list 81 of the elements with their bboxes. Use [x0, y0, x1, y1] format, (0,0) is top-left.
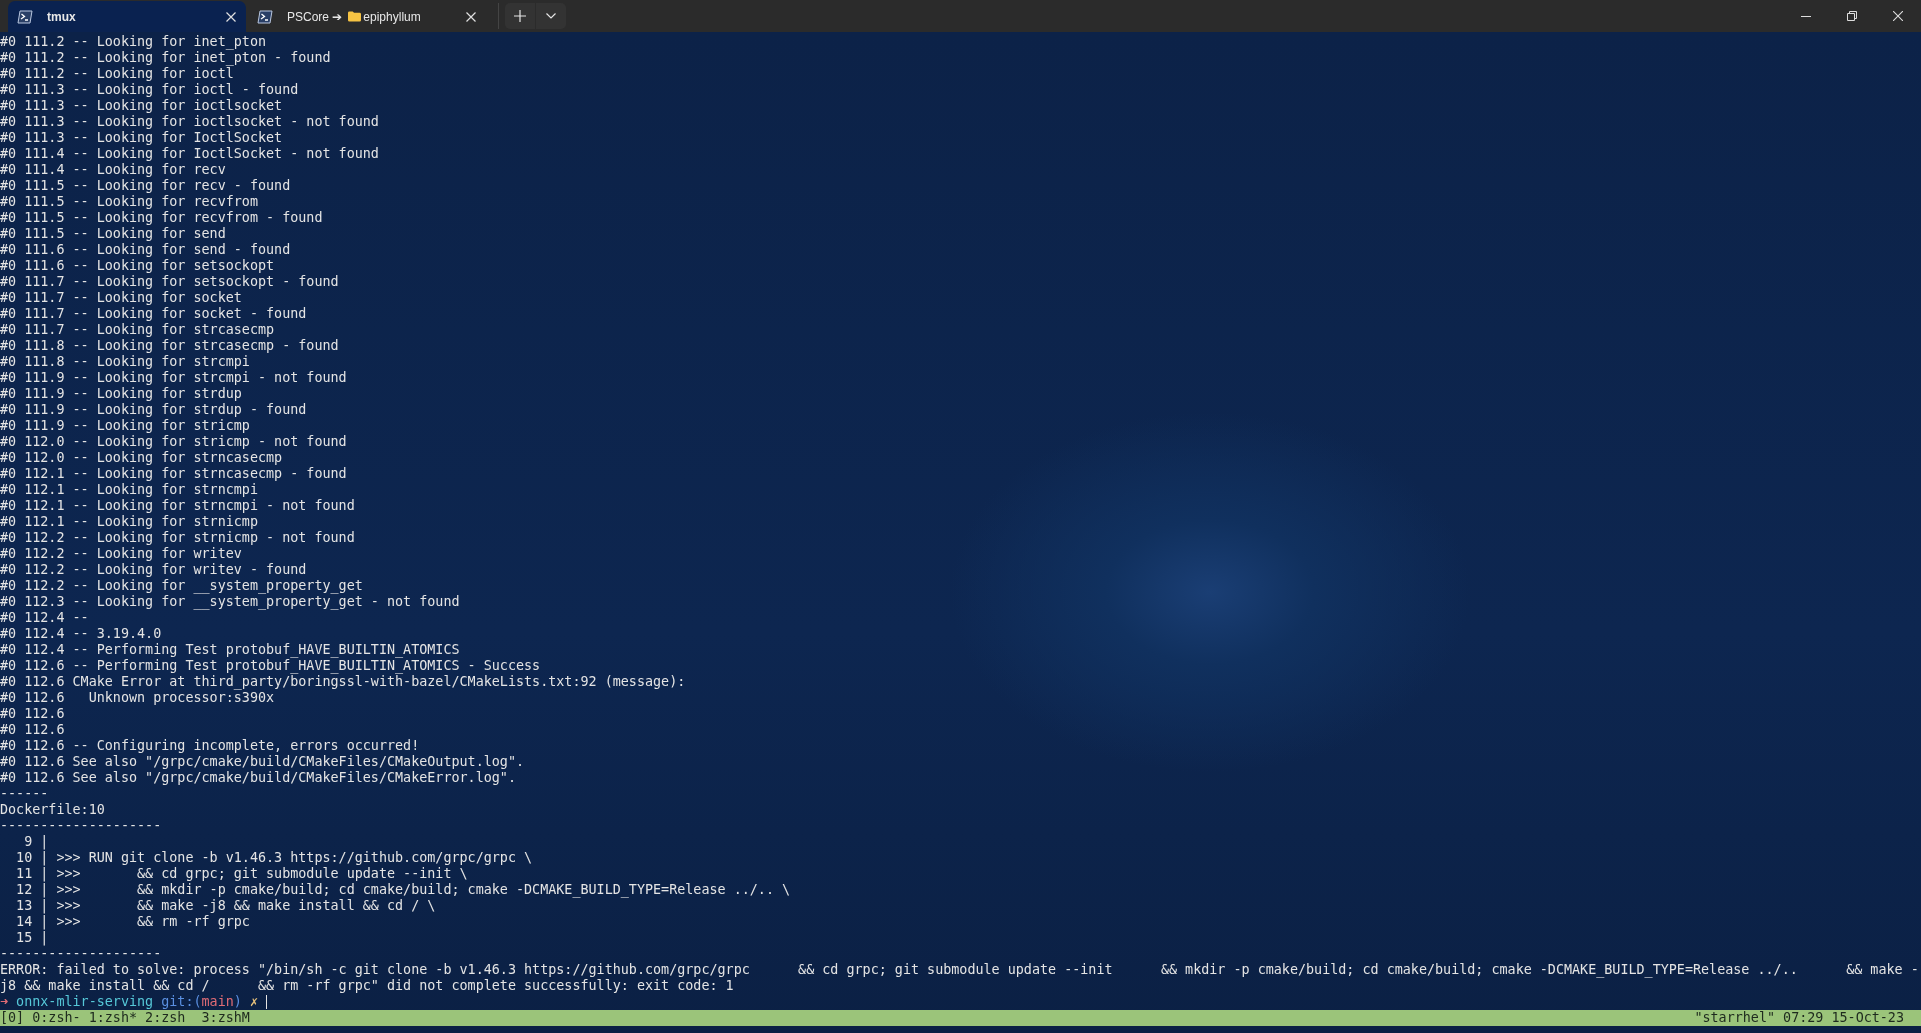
terminal-line: #0 111.7 -- Looking for strcasecmp — [0, 322, 276, 338]
close-tab-icon[interactable] — [466, 11, 476, 22]
terminal-tab[interactable]: tmux — [8, 1, 246, 32]
chevron-down-icon — [546, 13, 556, 19]
terminal-line: #0 111.2 -- Looking for inet_pton — [0, 34, 268, 50]
terminal-line: ERROR: failed to solve: process "/bin/sh -c git clone -b v1.46.3 https://github.com/grpc/grpc && cd grpc; git submodule update --init && mkdir -p cmake/build; cd cmake/build; cmake -DCMAKE_BUILD_TYPE=Release ../.. && make - — [0, 962, 1920, 978]
terminal-line: #0 112.6 -- Performing Test protobuf_HAVE_BUILTIN_ATOMICS - Success — [0, 658, 542, 674]
terminal-line: -------------------- — [0, 946, 163, 962]
terminal-line: 10 | >>> RUN git clone -b v1.46.3 https://github.com/grpc/grpc \ — [15, 850, 534, 866]
terminal-line: #0 111.2 -- Looking for inet_pton - found — [0, 50, 332, 66]
close-icon — [1893, 11, 1903, 21]
terminal-line: #0 112.1 -- Looking for strncmpi — [0, 482, 259, 498]
folder-name: epiphyllum — [363, 9, 421, 24]
terminal-line: #0 111.6 -- Looking for send - found — [0, 242, 292, 258]
terminal-line: #0 112.1 -- Looking for strncmpi - not found — [0, 498, 356, 514]
terminal-line: #0 112.0 -- Looking for stricmp - not found — [0, 434, 348, 450]
window-list: [0] 0:zsh- 1:zsh* 2:zsh 3:zshM — [0, 1010, 250, 1026]
terminal-line: #0 111.7 -- Looking for socket - found — [0, 306, 308, 322]
terminal-icon — [17, 9, 33, 24]
terminal-line: -------------------- — [0, 818, 163, 834]
terminal-line: 11 | >>> && cd grpc; git submodule update --init \ — [15, 866, 469, 882]
new-tab-button[interactable] — [505, 3, 535, 29]
terminal-line: #0 112.2 -- Looking for writev — [0, 546, 243, 562]
tab-title: tmux — [47, 9, 76, 24]
terminal-line: j8 && make install && cd / && rm -rf grpc" did not complete successfully: exit code: 1 — [0, 978, 735, 994]
terminal-icon — [257, 9, 273, 24]
terminal-line: Dockerfile:10 — [0, 802, 106, 818]
terminal-line: #0 112.6 — [0, 706, 66, 722]
terminal-line: #0 112.2 -- Looking for __system_property_get — [0, 578, 364, 594]
terminal-line: #0 111.9 -- Looking for strcmpi - not found — [0, 370, 348, 386]
tab-title: PSCore ➔ — [287, 9, 343, 24]
terminal-line: 15 | — [15, 930, 50, 946]
terminal-line: ------ — [0, 786, 50, 802]
terminal-line: #0 112.6 See also "/grpc/cmake/build/CMakeFiles/CMakeOutput.log". — [0, 754, 526, 770]
dropdown-button[interactable] — [535, 3, 566, 29]
terminal-line: #0 111.7 -- Looking for socket — [0, 290, 243, 306]
terminal-line: #0 111.8 -- Looking for strcasecmp - found — [0, 338, 340, 354]
terminal-line: #0 112.6 — [0, 722, 66, 738]
terminal-line: #0 111.4 -- Looking for IoctlSocket - not found — [0, 146, 380, 162]
close-tab-icon[interactable] — [226, 11, 236, 22]
terminal-line: #0 112.2 -- Looking for writev - found — [0, 562, 308, 578]
terminal-line: 12 | >>> && mkdir -p cmake/build; cd cmake/build; cmake -DCMAKE_BUILD_TYPE=Release ../.. \ — [15, 882, 792, 898]
restore-icon — [1847, 11, 1857, 21]
terminal-line: #0 112.6 Unknown processor:s390x — [0, 690, 276, 706]
terminal-line: #0 111.9 -- Looking for stricmp — [0, 418, 251, 434]
terminal-line: #0 112.2 -- Looking for strnicmp - not found — [0, 530, 356, 546]
terminal-line: 14 | >>> && rm -rf grpc — [15, 914, 251, 930]
terminal-line: #0 112.6 -- Configuring incomplete, errors occurred! — [0, 738, 421, 754]
terminal-line: #0 111.3 -- Looking for ioctl - found — [0, 82, 300, 98]
terminal-line: #0 112.0 -- Looking for strncasecmp — [0, 450, 284, 466]
terminal-line: #0 111.3 -- Looking for ioctlsocket — [0, 98, 284, 114]
terminal-line: #0 112.4 -- 3.19.4.0 — [0, 626, 163, 642]
terminal-line: #0 111.2 -- Looking for ioctl — [0, 66, 235, 82]
terminal-line: #0 111.5 -- Looking for recvfrom - found — [0, 210, 324, 226]
terminal-line: #0 112.3 -- Looking for __system_property_get - not found — [0, 594, 461, 610]
shell-prompt: ➜ onnx-mlir-serving git:(main) ✗ — [0, 994, 258, 1010]
terminal-line: #0 112.4 -- — [0, 610, 90, 626]
terminal-line: 9 | — [23, 834, 50, 850]
terminal-line: #0 111.3 -- Looking for IoctlSocket — [0, 130, 284, 146]
terminal-line: #0 111.7 -- Looking for setsockopt - found — [0, 274, 340, 290]
minimize-icon — [1801, 15, 1811, 17]
terminal-line: #0 112.4 -- Performing Test protobuf_HAVE_BUILTIN_ATOMICS — [0, 642, 461, 658]
terminal-line: #0 111.5 -- Looking for recv - found — [0, 178, 292, 194]
terminal-line: #0 111.6 -- Looking for setsockopt — [0, 258, 276, 274]
terminal-line: 13 | >>> && make -j8 && make install && cd / \ — [15, 898, 437, 914]
terminal-line: #0 111.3 -- Looking for ioctlsocket - not found — [0, 114, 380, 130]
text-cursor — [266, 995, 267, 1009]
terminal-line: #0 111.9 -- Looking for strdup — [0, 386, 243, 402]
folder-icon — [348, 11, 362, 22]
terminal-line: #0 111.8 -- Looking for strcmpi — [0, 354, 251, 370]
host-clock: "starrhel" 07:29 15-Oct-23 — [1694, 1010, 1904, 1026]
terminal-line: #0 112.6 See also "/grpc/cmake/build/CMakeFiles/CMakeError.log". — [0, 770, 517, 786]
terminal-line: #0 111.5 -- Looking for send — [0, 226, 227, 242]
terminal-line: #0 111.5 -- Looking for recvfrom — [0, 194, 259, 210]
terminal-line: #0 112.1 -- Looking for strnicmp — [0, 514, 259, 530]
terminal-line: #0 112.6 CMake Error at third_party/boringssl-with-bazel/CMakeLists.txt:92 (message): — [0, 674, 687, 690]
plus-icon — [514, 10, 526, 22]
terminal-tab[interactable]: PSCore ➔ epiphyllum — [248, 1, 486, 32]
terminal-line: #0 111.9 -- Looking for strdup - found — [0, 402, 308, 418]
terminal-line: #0 111.4 -- Looking for recv — [0, 162, 227, 178]
terminal-line: #0 112.1 -- Looking for strncasecmp - found — [0, 466, 348, 482]
